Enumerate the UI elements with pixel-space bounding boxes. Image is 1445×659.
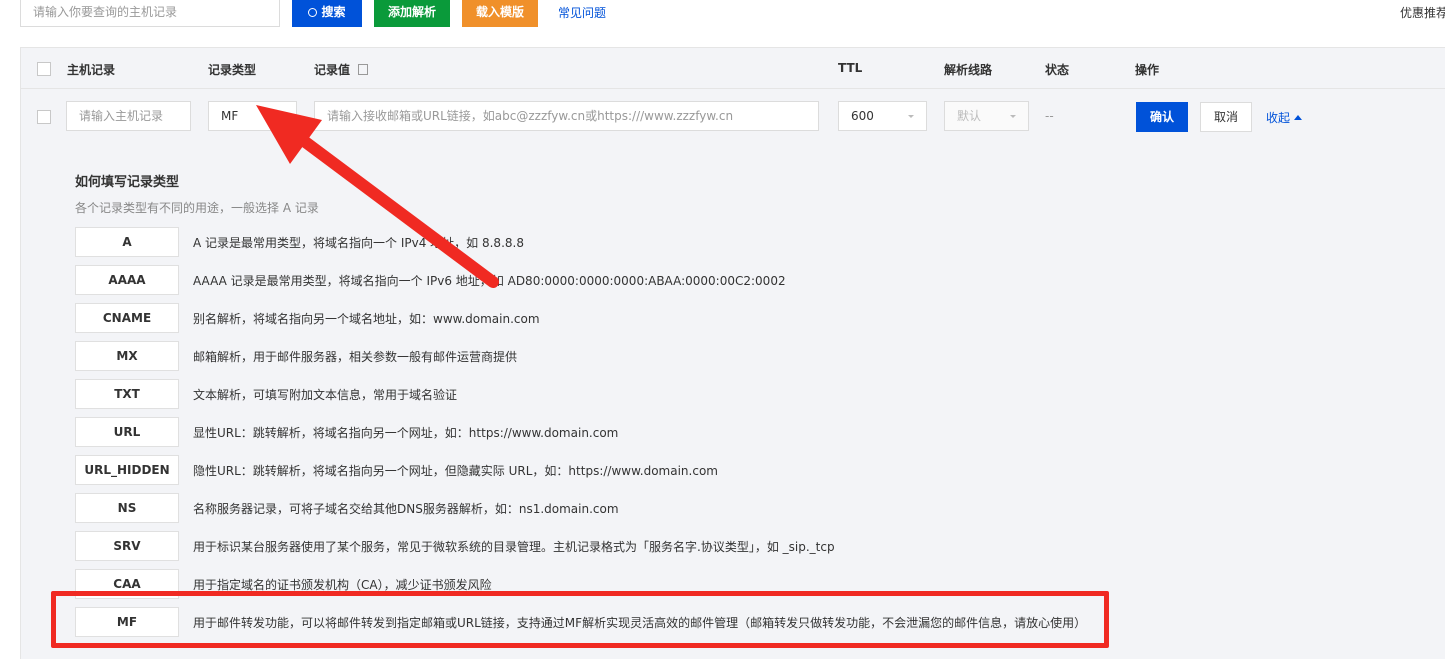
annotation-arrow-icon (256, 105, 499, 288)
